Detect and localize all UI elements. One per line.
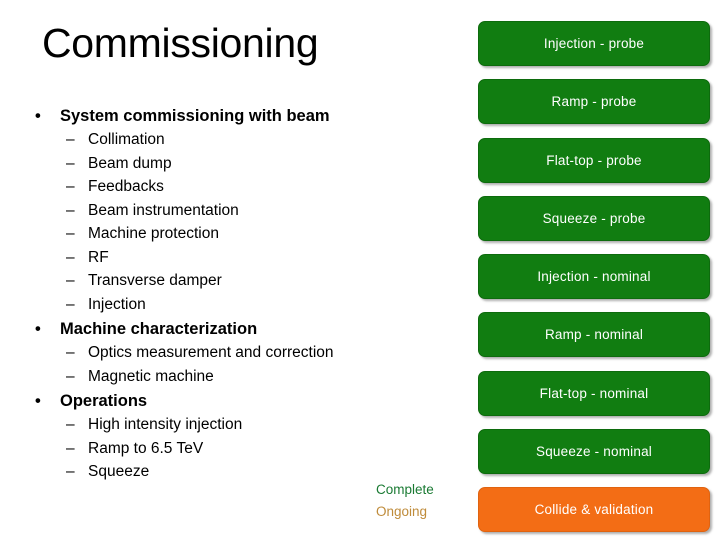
bullet-dot-icon: • <box>35 107 41 125</box>
bullet-dash-icon: – <box>66 248 75 266</box>
outline-text: Collimation <box>88 131 165 148</box>
status-button-label: Injection - nominal <box>537 269 651 284</box>
status-button-label: Ramp - nominal <box>544 327 644 342</box>
outline-text: High intensity injection <box>88 416 243 433</box>
presentation-slide: Commissioning • System commissioning with… <box>0 0 720 540</box>
outline-text: Beam dump <box>88 154 172 172</box>
outline-text: Operations <box>60 392 148 410</box>
bullet-dash-icon: – <box>66 416 75 433</box>
status-button-label: Squeeze - nominal <box>536 444 652 459</box>
bullet-dash-icon: – <box>66 367 75 385</box>
status-button-label: Flat-top - nominal <box>539 386 649 401</box>
bullet-dash-icon: – <box>66 178 75 195</box>
status-button[interactable]: Flat-top - nominal <box>478 371 710 416</box>
bullet-dash-icon: – <box>66 344 75 361</box>
status-button-label: Flat-top - probe <box>546 153 642 168</box>
outline-bullet-level2: – Beam instrumentation <box>28 199 458 223</box>
slide-title: Commissioning <box>42 20 319 66</box>
outline-bullet-level2: – Collimation <box>28 128 458 152</box>
outline-bullet-level2: – Injection <box>28 293 458 317</box>
outline-text: RF <box>88 248 109 266</box>
status-button[interactable]: Squeeze - probe <box>478 196 710 241</box>
outline-text: Squeeze <box>88 463 150 480</box>
status-button[interactable]: Collide & validation <box>478 487 710 532</box>
outline-bullet-level1: • Operations <box>28 389 458 413</box>
outline-bullet-level1: • Machine characterization <box>28 317 458 341</box>
legend-ongoing-label: Ongoing <box>376 504 428 519</box>
outline-bullet-level2: – Optics measurement and correction <box>28 341 458 365</box>
status-button[interactable]: Squeeze - nominal <box>478 429 710 474</box>
outline-bullet-level2: – Machine protection <box>28 222 458 246</box>
outline-bullet-level1: • System commissioning with beam <box>28 104 458 128</box>
outline-text: Magnetic machine <box>88 367 214 385</box>
outline-bullet-level2: – Beam dump <box>28 152 458 176</box>
outline-text: Machine protection <box>88 225 219 242</box>
outline-bullet-level2: – Magnetic machine <box>28 365 458 389</box>
outline-bullet-level2: – High intensity injection <box>28 413 458 437</box>
outline-text: Injection <box>88 295 146 313</box>
legend-complete-label: Complete <box>376 482 434 497</box>
bullet-dash-icon: – <box>66 295 75 313</box>
outline-text: Machine characterization <box>60 320 258 338</box>
status-button-label: Squeeze - probe <box>542 211 646 226</box>
outline-bullet-level2: – Transverse damper <box>28 269 458 293</box>
status-button[interactable]: Injection - nominal <box>478 254 710 299</box>
status-button[interactable]: Injection - probe <box>478 21 710 66</box>
bullet-dash-icon: – <box>66 439 75 457</box>
bullet-dash-icon: – <box>66 225 75 242</box>
outline-body: • System commissioning with beam – Collimat… <box>28 104 458 484</box>
outline-text: System commissioning with beam <box>60 107 330 125</box>
outline-bullet-level2: – RF <box>28 246 458 270</box>
status-button-label: Ramp - probe <box>551 94 637 109</box>
bullet-dash-icon: – <box>66 463 75 480</box>
outline-text: Transverse damper <box>88 272 222 289</box>
bullet-dash-icon: – <box>66 154 75 172</box>
status-button-column: Injection - probe Ramp - probe Flat-top - … <box>478 21 712 532</box>
bullet-dash-icon: – <box>66 201 75 219</box>
bullet-dash-icon: – <box>66 272 75 289</box>
status-button-label: Injection - probe <box>543 36 645 51</box>
outline-bullet-level2: – Feedbacks <box>28 175 458 199</box>
status-button[interactable]: Ramp - probe <box>478 79 710 124</box>
outline-text: Optics measurement and correction <box>88 344 334 361</box>
bullet-dot-icon: • <box>35 392 41 410</box>
status-legend: Complete Ongoing <box>376 479 472 523</box>
status-button[interactable]: Ramp - nominal <box>478 312 710 357</box>
status-button[interactable]: Flat-top - probe <box>478 138 710 183</box>
outline-text: Feedbacks <box>88 178 164 195</box>
outline-text: Beam instrumentation <box>88 201 239 219</box>
bullet-dash-icon: – <box>66 131 75 148</box>
status-button-label: Collide & validation <box>534 502 654 517</box>
outline-bullet-level2: – Ramp to 6.5 TeV <box>28 437 458 461</box>
outline-text: Ramp to 6.5 TeV <box>88 439 204 457</box>
bullet-dot-icon: • <box>35 320 41 338</box>
